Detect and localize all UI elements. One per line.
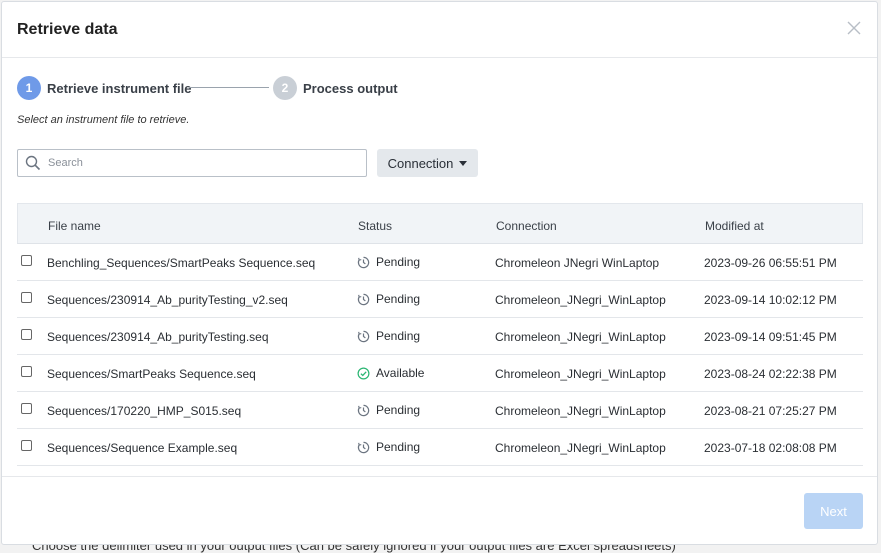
pending-clock-icon [357, 404, 376, 417]
header-connection[interactable]: Connection [496, 219, 557, 233]
retrieve-data-modal: Retrieve data 1 Retrieve instrument file… [1, 1, 878, 545]
close-icon[interactable] [847, 21, 863, 37]
search-input[interactable] [48, 150, 358, 176]
table-row[interactable]: Sequences/230914_Ab_purityTesting.seq Pen… [17, 318, 863, 355]
table-row[interactable]: Benchling_Sequences/SmartPeaks Sequence.… [17, 244, 863, 281]
connection-cell: Chromeleon_JNegri_WinLaptop [495, 441, 666, 455]
step-retrieve-instrument-file: 1 Retrieve instrument file [17, 76, 192, 100]
modal-header: Retrieve data [2, 2, 877, 58]
files-table: File name Status Connection Modified at … [17, 203, 863, 466]
search-box[interactable] [17, 149, 367, 177]
file-name-cell: Sequences/Sequence Example.seq [47, 441, 238, 455]
connection-cell: Chromeleon JNegri WinLaptop [495, 256, 660, 270]
footer-divider [2, 476, 877, 477]
modified-at-cell: 2023-09-14 09:51:45 PM [704, 330, 837, 344]
modified-at-cell: 2023-07-18 02:08:08 PM [704, 441, 837, 455]
header-status[interactable]: Status [358, 219, 392, 233]
stepper: 1 Retrieve instrument file 2 Process out… [17, 76, 517, 100]
caret-down-icon [459, 160, 468, 166]
row-checkbox[interactable] [21, 292, 32, 303]
status-label: Pending [376, 440, 421, 454]
status-label: Pending [376, 292, 421, 306]
table-row[interactable]: Sequences/SmartPeaks Sequence.seq Availab… [17, 355, 863, 392]
modal-title: Retrieve data [17, 21, 118, 38]
table-row[interactable]: Sequences/170220_HMP_S015.seq Pending Chro… [17, 392, 863, 429]
status-cell: Pending [357, 329, 420, 343]
table-row[interactable]: Sequences/230914_Ab_purityTesting_v2.seq… [17, 281, 863, 318]
next-button[interactable]: Next [804, 493, 863, 529]
status-cell: Pending [357, 440, 420, 454]
table-body: Benchling_Sequences/SmartPeaks Sequence.… [17, 244, 863, 466]
stepper-connector [189, 87, 269, 88]
table-header: File name Status Connection Modified at [17, 203, 863, 244]
row-checkbox[interactable] [21, 366, 32, 377]
modified-at-cell: 2023-09-26 06:55:51 PM [704, 256, 837, 270]
step-label-2: Process output [303, 80, 398, 96]
status-label: Pending [376, 255, 421, 269]
row-checkbox[interactable] [21, 329, 32, 340]
pending-clock-icon [357, 256, 376, 269]
connection-filter-button[interactable]: Connection [377, 149, 478, 177]
row-checkbox[interactable] [21, 255, 32, 266]
modified-at-cell: 2023-09-14 10:02:12 PM [704, 293, 837, 307]
status-label: Available [376, 366, 425, 380]
status-cell: Pending [357, 255, 420, 269]
connection-cell: Chromeleon_JNegri_WinLaptop [495, 367, 666, 381]
check-circle-icon [357, 367, 376, 380]
step-number-2: 2 [273, 76, 297, 100]
row-checkbox[interactable] [21, 403, 32, 414]
table-row[interactable]: Sequences/Sequence Example.seq Pending Chr… [17, 429, 863, 466]
header-file-name[interactable]: File name [48, 219, 101, 233]
status-label: Pending [376, 329, 421, 343]
connection-cell: Chromeleon_JNegri_WinLaptop [495, 293, 666, 307]
modified-at-cell: 2023-08-24 02:22:38 PM [704, 367, 837, 381]
modified-at-cell: 2023-08-21 07:25:27 PM [704, 404, 837, 418]
connection-filter-label: Connection [387, 155, 454, 171]
pending-clock-icon [357, 293, 376, 306]
status-cell: Pending [357, 292, 420, 306]
status-label: Pending [376, 403, 421, 417]
file-name-cell: Sequences/170220_HMP_S015.seq [47, 404, 242, 418]
connection-cell: Chromeleon_JNegri_WinLaptop [495, 330, 666, 344]
header-modified-at[interactable]: Modified at [705, 219, 764, 233]
file-name-cell: Benchling_Sequences/SmartPeaks Sequence.… [47, 256, 316, 270]
file-name-cell: Sequences/230914_Ab_purityTesting_v2.seq [47, 293, 288, 307]
instruction-text: Select an instrument file to retrieve. [17, 114, 190, 126]
file-name-cell: Sequences/SmartPeaks Sequence.seq [47, 367, 256, 381]
status-cell: Available [357, 366, 424, 380]
step-label-1: Retrieve instrument file [47, 80, 192, 96]
pending-clock-icon [357, 330, 376, 343]
row-checkbox[interactable] [21, 440, 32, 451]
status-cell: Pending [357, 403, 420, 417]
search-icon [25, 155, 41, 176]
step-process-output: 2 Process output [273, 76, 398, 100]
step-number-1: 1 [17, 76, 41, 100]
connection-cell: Chromeleon_JNegri_WinLaptop [495, 404, 666, 418]
pending-clock-icon [357, 441, 376, 454]
file-name-cell: Sequences/230914_Ab_purityTesting.seq [47, 330, 269, 344]
